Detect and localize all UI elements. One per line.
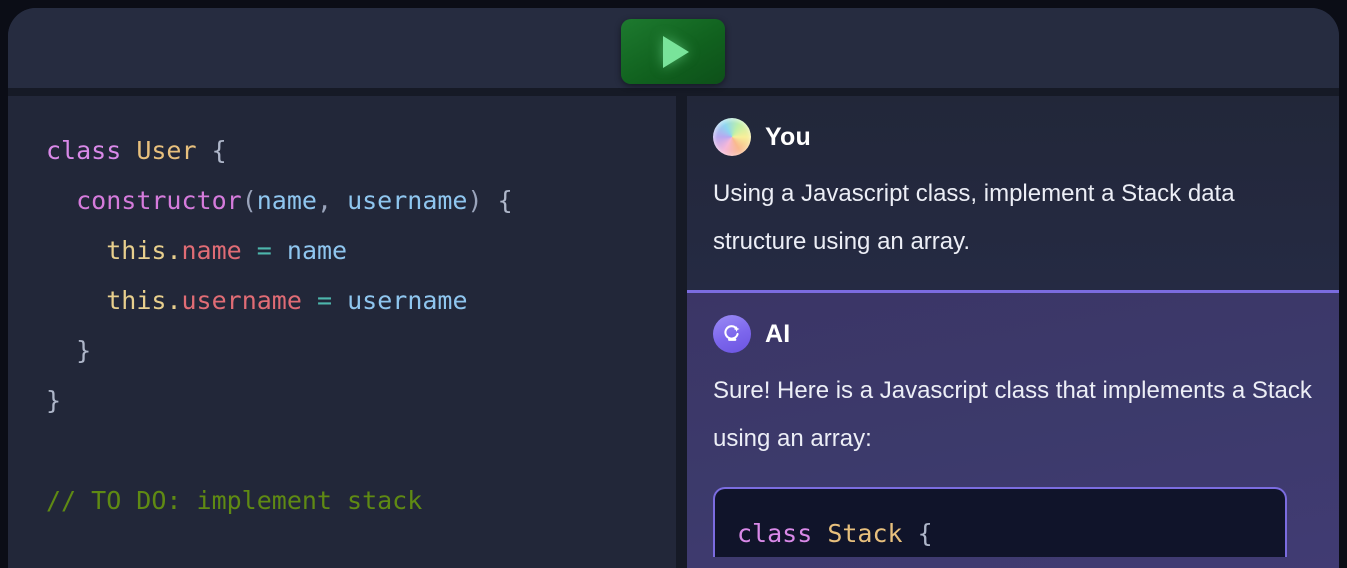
code-token: class	[737, 519, 813, 548]
chat-message-ai: AI Sure! Here is a Javascript class that…	[687, 290, 1339, 568]
code-line: // TO DO: implement stack	[46, 476, 676, 526]
code-token: this	[106, 236, 167, 265]
run-button[interactable]	[621, 19, 725, 84]
code-token: )	[467, 186, 483, 215]
message-author: You	[765, 122, 811, 151]
code-token: .	[166, 236, 182, 265]
ai-sparkle-avatar-icon	[713, 315, 751, 353]
code-token: =	[316, 286, 333, 315]
code-editor[interactable]: class User { constructor(name, username)…	[46, 126, 676, 526]
rainbow-orb-avatar-icon	[713, 118, 751, 156]
code-token: username	[347, 186, 468, 215]
message-header: You	[713, 118, 1313, 156]
code-token: {	[211, 136, 227, 165]
code-token: constructor	[76, 186, 242, 215]
code-token: User	[136, 136, 197, 165]
code-token: // TO DO: implement stack	[46, 486, 423, 515]
toolbar-divider	[8, 88, 1339, 96]
code-token: .	[166, 286, 182, 315]
code-token: Stack	[827, 519, 903, 548]
panel-divider[interactable]	[676, 96, 687, 568]
code-line: this.name = name	[46, 226, 676, 276]
message-header: AI	[713, 315, 1313, 353]
chat-panel: You Using a Javascript class, implement …	[687, 96, 1339, 568]
app-window: class User { constructor(name, username)…	[8, 8, 1339, 568]
ai-code-block[interactable]: class Stack {	[713, 487, 1287, 557]
code-token: username	[347, 286, 468, 315]
code-token: this	[106, 286, 167, 315]
ai-code: class Stack {	[737, 511, 1285, 557]
code-editor-panel[interactable]: class User { constructor(name, username)…	[8, 96, 676, 568]
code-token: name	[181, 236, 242, 265]
code-line: constructor(name, username) {	[46, 176, 676, 226]
toolbar	[8, 8, 1339, 88]
chat-message-user: You Using a Javascript class, implement …	[687, 96, 1339, 290]
body-split: class User { constructor(name, username)…	[8, 96, 1339, 568]
code-token: {	[917, 519, 933, 548]
code-token: name	[256, 186, 317, 215]
message-text: Sure! Here is a Javascript class that im…	[713, 377, 1312, 452]
code-line: class Stack {	[737, 511, 1285, 557]
message-author: AI	[765, 319, 791, 348]
code-token: }	[46, 386, 62, 415]
code-token: (	[241, 186, 257, 215]
code-token: name	[286, 236, 348, 265]
code-line: class User {	[46, 126, 676, 176]
code-line: }	[46, 376, 676, 426]
code-token: }	[76, 336, 92, 365]
code-token: ,	[316, 186, 348, 215]
code-line: }	[46, 326, 676, 376]
message-text: Using a Javascript class, implement a St…	[713, 180, 1235, 255]
code-token: =	[256, 236, 272, 265]
code-token: username	[181, 286, 302, 315]
code-token: class	[46, 136, 122, 165]
code-line: this.username = username	[46, 276, 676, 326]
code-token: {	[497, 186, 513, 215]
play-triangle-icon	[662, 35, 689, 68]
